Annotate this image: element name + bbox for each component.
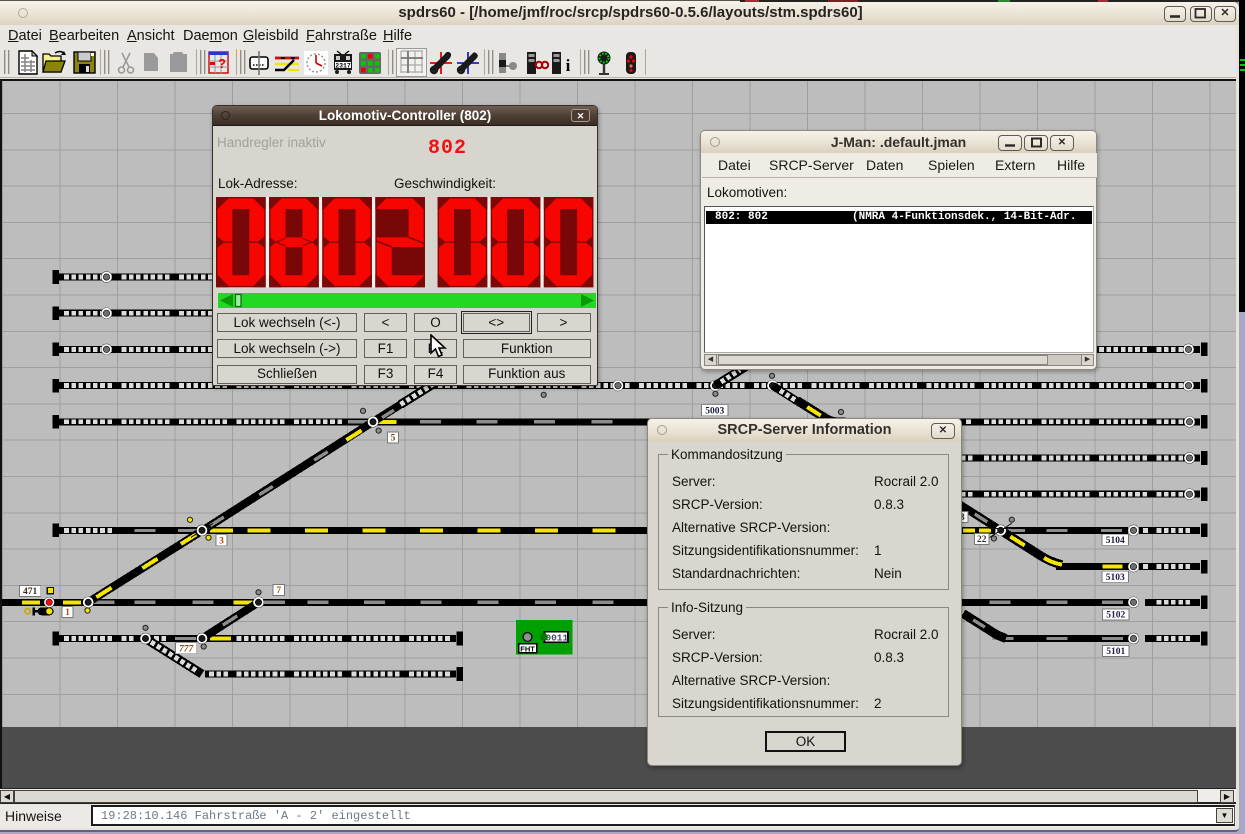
svg-text:2317: 2317 <box>335 63 351 70</box>
svg-text:?: ? <box>218 56 226 71</box>
svg-text:22: 22 <box>977 535 987 545</box>
svg-text:5103: 5103 <box>1106 573 1125 583</box>
svg-text:471: 471 <box>23 587 38 597</box>
svg-text:FHT: FHT <box>520 644 535 653</box>
svg-text:7: 7 <box>276 586 281 596</box>
svg-text:777: 777 <box>179 645 195 655</box>
svg-text:3: 3 <box>219 537 224 547</box>
svg-text:5102: 5102 <box>1106 611 1125 621</box>
svg-text:i: i <box>566 56 571 75</box>
svg-text:5101: 5101 <box>1106 647 1125 657</box>
svg-text:0011: 0011 <box>545 633 568 644</box>
svg-text:5104: 5104 <box>1106 536 1125 546</box>
svg-text:1: 1 <box>65 608 70 618</box>
svg-text:5: 5 <box>391 434 396 444</box>
svg-text:5003: 5003 <box>705 407 724 417</box>
